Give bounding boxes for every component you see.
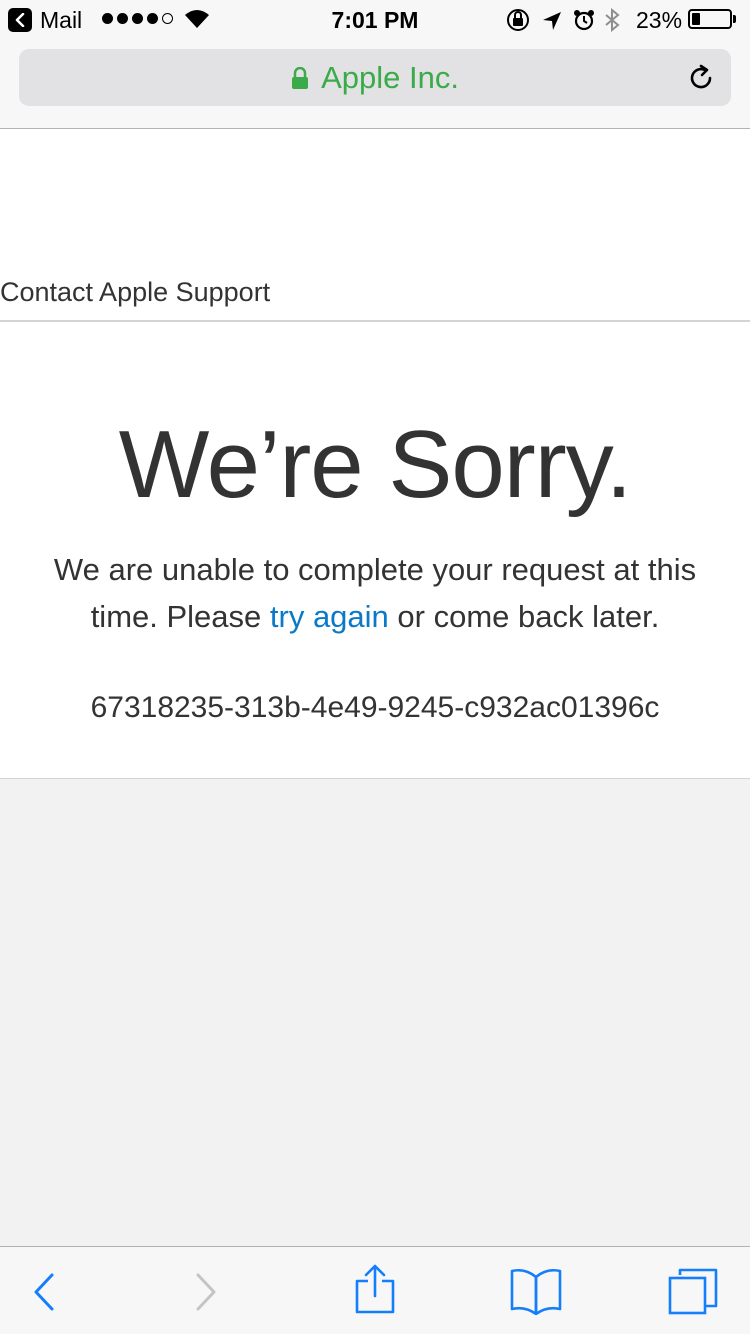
address-bar-area: Apple Inc.: [0, 40, 750, 129]
book-icon: [510, 1268, 562, 1315]
tabs-icon: [668, 1268, 718, 1315]
site-identity: Apple Inc.: [19, 61, 731, 95]
location-arrow-icon: [543, 12, 561, 30]
status-bar: Mail 7:01 PM 23%: [0, 0, 750, 40]
address-bar[interactable]: Apple Inc.: [19, 49, 731, 106]
site-title: Apple Inc.: [321, 60, 459, 95]
battery-tip: [733, 15, 736, 23]
battery-icon: [688, 9, 732, 29]
try-again-link[interactable]: try again: [270, 599, 389, 634]
page-footer: [0, 778, 750, 1247]
lock-icon: [292, 67, 309, 89]
error-heading: We’re Sorry.: [118, 411, 633, 518]
chevron-left-icon: [34, 1273, 54, 1311]
contact-apple-support-link[interactable]: Contact Apple Support: [0, 274, 270, 310]
reload-icon[interactable]: [686, 63, 716, 93]
error-message: We are unable to complete your request a…: [25, 546, 725, 640]
error-reference-id: 67318235-313b-4e49-9245-c932ac01396c: [90, 691, 660, 724]
share-button[interactable]: [350, 1247, 400, 1334]
safari-screen: Mail 7:01 PM 23% Apple Inc. Contact Appl…: [0, 0, 750, 1334]
share-icon: [355, 1264, 395, 1314]
bluetooth-icon: [605, 7, 620, 33]
battery-percentage: 23%: [636, 7, 683, 33]
header-divider: [0, 320, 750, 322]
bottom-toolbar: [0, 1246, 750, 1334]
chevron-right-icon: [196, 1273, 216, 1311]
forward-button[interactable]: [180, 1247, 230, 1334]
tabs-button[interactable]: [665, 1247, 725, 1334]
back-button[interactable]: [20, 1247, 70, 1334]
status-icons: [507, 7, 620, 33]
orientation-lock-icon: [507, 9, 529, 31]
error-message-text-end: or come back later.: [388, 599, 660, 634]
alarm-icon: [574, 10, 594, 31]
battery-level: [692, 13, 700, 25]
bookmarks-button[interactable]: [505, 1247, 565, 1334]
